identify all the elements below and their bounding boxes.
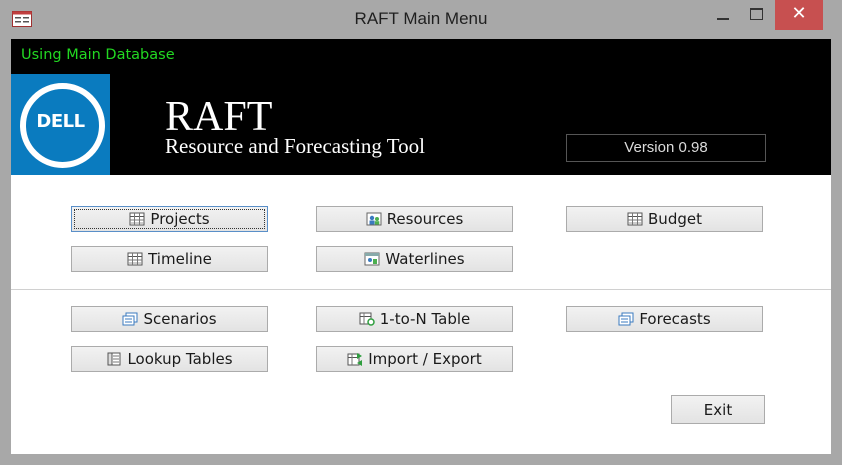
minimize-button[interactable] [705,0,745,30]
status-strip: Using Main Database [11,39,831,74]
app-subtitle: Resource and Forecasting Tool [165,134,425,158]
chart-icon [364,252,380,266]
lookup-tables-button[interactable]: Lookup Tables [71,346,268,372]
logo-text: DELL [36,111,85,132]
import-export-icon [347,353,363,366]
timeline-button[interactable]: Timeline [71,246,268,272]
budget-label: Budget [648,210,702,228]
close-icon: ✕ [791,3,807,24]
timeline-label: Timeline [148,250,212,268]
waterlines-label: Waterlines [385,250,465,268]
maximize-icon [750,8,763,20]
forecasts-label: Forecasts [639,310,711,328]
dell-logo: DELL [11,74,110,175]
table-icon [129,212,145,226]
forms-icon [122,312,138,326]
minimize-icon [717,18,729,20]
projects-label: Projects [150,210,210,228]
scenarios-label: Scenarios [143,310,217,328]
import-export-button[interactable]: Import / Export [316,346,513,372]
waterlines-button[interactable]: Waterlines [316,246,513,272]
budget-button[interactable]: Budget [566,206,763,232]
form-icon [107,352,121,366]
resources-label: Resources [386,210,464,228]
scenarios-button[interactable]: Scenarios [71,306,268,332]
table-icon [127,252,143,266]
close-button[interactable]: ✕ [775,0,823,30]
resources-button[interactable]: Resources [316,206,513,232]
projects-button[interactable]: Projects [71,206,268,232]
forecasts-button[interactable]: Forecasts [566,306,763,332]
section-divider [11,289,831,290]
one-to-n-table-button[interactable]: 1-to-N Table [316,306,513,332]
refresh-table-icon [359,312,375,326]
header-banner: DELL RAFT Resource and Forecasting Tool … [11,74,831,175]
import-export-label: Import / Export [368,350,482,368]
title-bar[interactable]: RAFT Main Menu ✕ [0,0,842,38]
table-icon [627,212,643,226]
forms-icon [618,312,634,326]
one-to-n-table-label: 1-to-N Table [379,310,471,328]
app-window: RAFT Main Menu ✕ Using Main Database DEL… [0,0,842,465]
people-icon [366,212,382,226]
maximize-button[interactable] [740,0,774,30]
form-body: Using Main Database DELL RAFT Resource a… [11,39,831,454]
exit-button[interactable]: Exit [671,395,765,424]
version-label: Version 0.98 [566,134,766,162]
lookup-tables-label: Lookup Tables [127,350,233,368]
database-status: Using Main Database [21,47,175,63]
exit-label: Exit [703,400,733,419]
